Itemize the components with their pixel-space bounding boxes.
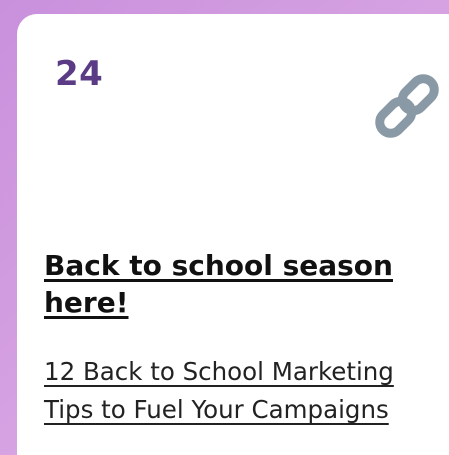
headline[interactable]: Back to school season here!	[44, 247, 449, 321]
article-link-line-1: 12 Back to School Marketing	[44, 357, 394, 386]
article-link[interactable]: 12 Back to School Marketing Tips to Fuel…	[44, 353, 449, 429]
headline-line-1: Back to school season	[44, 249, 393, 282]
calendar-card[interactable]: 24 Back to school season here! 12 Back t…	[17, 14, 449, 455]
link-icon[interactable]	[367, 66, 447, 146]
article-link-line-2: Tips to Fuel Your Campaigns	[44, 395, 389, 424]
day-number: 24	[55, 54, 104, 94]
headline-line-2: here!	[44, 286, 129, 319]
